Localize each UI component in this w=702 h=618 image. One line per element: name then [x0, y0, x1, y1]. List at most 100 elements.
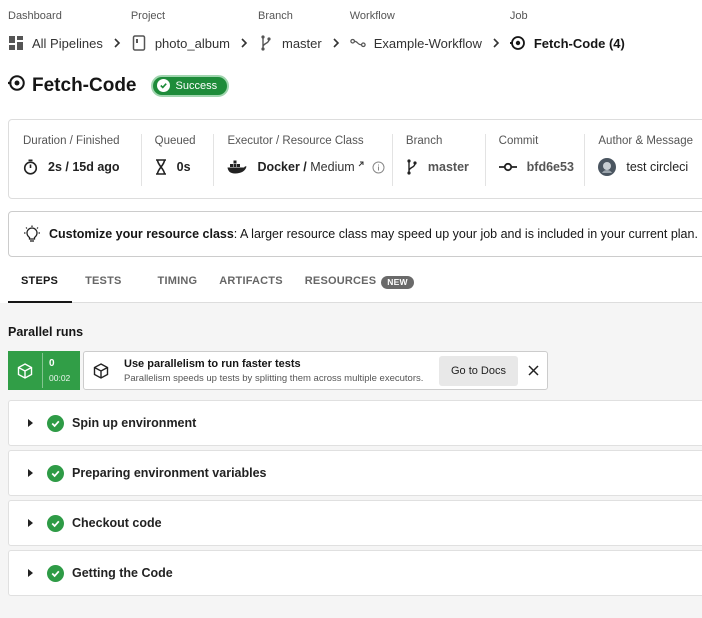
job-icon: [509, 35, 526, 51]
check-circle-icon: [47, 464, 64, 482]
tab-timing[interactable]: TIMING: [158, 270, 198, 303]
breadcrumb-project[interactable]: Project photo_album: [131, 10, 258, 52]
executor-separator: /: [299, 160, 311, 174]
executor-value: Docker: [257, 160, 300, 174]
parallel-runs-title: Parallel runs: [8, 325, 84, 339]
branch-section: Branch master: [391, 120, 485, 198]
tab-tests[interactable]: TESTS: [85, 270, 121, 303]
run-time: 00:02: [49, 373, 71, 383]
duration-value: 2s / 15d ago: [48, 160, 120, 174]
author-section: Author & Message test circleci: [584, 120, 702, 198]
external-link-icon[interactable]: [358, 161, 364, 167]
executor-label: Executor / Resource Class: [227, 135, 364, 147]
author-label: Author & Message: [598, 135, 693, 147]
tab-label: TESTS: [85, 275, 122, 287]
breadcrumb-value[interactable]: All Pipelines: [32, 36, 103, 51]
duration-section: Duration / Finished 2s / 15d ago: [9, 120, 141, 198]
lightbulb-icon: [23, 225, 41, 243]
breadcrumb-value[interactable]: master: [282, 36, 322, 51]
promo-title: Use parallelism to run faster tests: [124, 357, 301, 370]
job-details-card: Duration / Finished 2s / 15d ago Queued …: [8, 119, 702, 199]
stopwatch-icon: [23, 159, 38, 175]
breadcrumb-value[interactable]: Fetch-Code (4): [534, 36, 625, 51]
go-to-docs-button[interactable]: Go to Docs: [438, 355, 518, 386]
docker-icon: [227, 160, 247, 174]
step-label: Getting the Code: [72, 566, 173, 580]
branch-icon: [258, 35, 274, 51]
cube-icon: [8, 362, 42, 379]
promo-text: Parallelism speeds up tests by splitting…: [124, 372, 424, 384]
tab-resources[interactable]: RESOURCES NEW: [305, 270, 414, 303]
commit-hash-link[interactable]: bfd6e53: [527, 160, 574, 174]
chevron-right-icon: [236, 35, 252, 51]
chevron-right-icon: [109, 35, 125, 51]
status-badge: Success: [150, 74, 230, 97]
breadcrumb-label: Branch: [258, 10, 293, 22]
breadcrumb-branch[interactable]: Branch master: [258, 10, 350, 52]
breadcrumb: Dashboard All Pipelines Project photo_al…: [8, 10, 625, 52]
close-icon[interactable]: [528, 365, 539, 376]
tab-artifacts[interactable]: ARTIFACTS: [219, 270, 283, 303]
step-row[interactable]: Spin up environment: [8, 400, 702, 446]
step-row[interactable]: Preparing environment variables: [8, 450, 702, 496]
breadcrumb-label: Project: [130, 10, 166, 22]
steps-panel: Parallel runs 0 00:02 Use parallelism to…: [0, 303, 702, 618]
breadcrumb-label: Workflow: [349, 10, 395, 22]
breadcrumb-label: Dashboard: [8, 10, 62, 22]
breadcrumb-value[interactable]: photo_album: [155, 36, 230, 51]
breadcrumb-workflow[interactable]: Workflow Example-Workflow: [350, 10, 510, 52]
avatar: [598, 158, 617, 176]
commit-section: Commit bfd6e53: [484, 120, 585, 198]
step-label: Preparing environment variables: [72, 466, 267, 480]
tab-label: STEPS: [21, 275, 59, 287]
tab-label: RESOURCES: [304, 275, 377, 287]
branch-label: Branch: [405, 135, 443, 147]
duration-label: Duration / Finished: [23, 135, 120, 147]
caret-right-icon[interactable]: [28, 519, 33, 527]
step-row[interactable]: Checkout code: [8, 500, 702, 546]
info-icon[interactable]: [372, 161, 385, 174]
breadcrumb-label: Job: [509, 10, 528, 22]
parallelism-promo: Use parallelism to run faster tests Para…: [83, 351, 548, 390]
caret-right-icon[interactable]: [28, 419, 33, 427]
step-row[interactable]: Getting the Code: [8, 550, 702, 596]
caret-right-icon[interactable]: [28, 569, 33, 577]
banner-title: Customize your resource class: [49, 227, 234, 241]
caret-right-icon[interactable]: [28, 469, 33, 477]
resource-class-link[interactable]: Medium: [310, 160, 354, 174]
author-value: test circleci: [626, 160, 689, 174]
chevron-right-icon: [328, 35, 344, 51]
hourglass-icon: [155, 159, 167, 175]
page-title: Fetch-Code: [32, 74, 137, 96]
chevron-right-icon: [488, 35, 504, 51]
breadcrumb-job[interactable]: Job Fetch-Code (4): [509, 10, 625, 52]
branch-value[interactable]: master: [428, 160, 469, 174]
executor-section: Executor / Resource Class Docker / Mediu…: [213, 120, 391, 198]
queued-label: Queued: [154, 135, 196, 147]
tab-label: ARTIFACTS: [219, 275, 283, 287]
page-title-row: Fetch-Code Success: [8, 74, 230, 97]
project-icon: [131, 35, 147, 51]
new-badge: NEW: [381, 276, 414, 289]
job-icon: [8, 74, 26, 97]
breadcrumb-dashboard[interactable]: Dashboard All Pipelines: [8, 10, 131, 52]
commit-label: Commit: [498, 135, 539, 147]
check-icon: [156, 79, 170, 92]
check-circle-icon: [47, 564, 64, 582]
branch-icon: [406, 159, 418, 175]
check-circle-icon: [47, 414, 64, 432]
workflow-icon: [350, 35, 366, 51]
status-text: Success: [175, 79, 218, 92]
pipelines-icon: [8, 35, 24, 51]
resource-class-banner: Customize your resource class: A larger …: [8, 211, 702, 257]
tab-label: TIMING: [157, 275, 198, 287]
job-tabs: STEPS TESTS TIMING ARTIFACTS RESOURCES NE…: [8, 270, 702, 303]
step-label: Spin up environment: [72, 416, 197, 430]
banner-text: : A larger resource class may speed up y…: [233, 227, 698, 241]
parallel-run-0[interactable]: 0 00:02: [8, 351, 80, 390]
breadcrumb-value[interactable]: Example-Workflow: [374, 36, 482, 51]
queued-section: Queued 0s: [140, 120, 214, 198]
tab-steps[interactable]: STEPS: [8, 270, 73, 303]
check-circle-icon: [47, 514, 64, 532]
commit-icon: [498, 162, 517, 172]
